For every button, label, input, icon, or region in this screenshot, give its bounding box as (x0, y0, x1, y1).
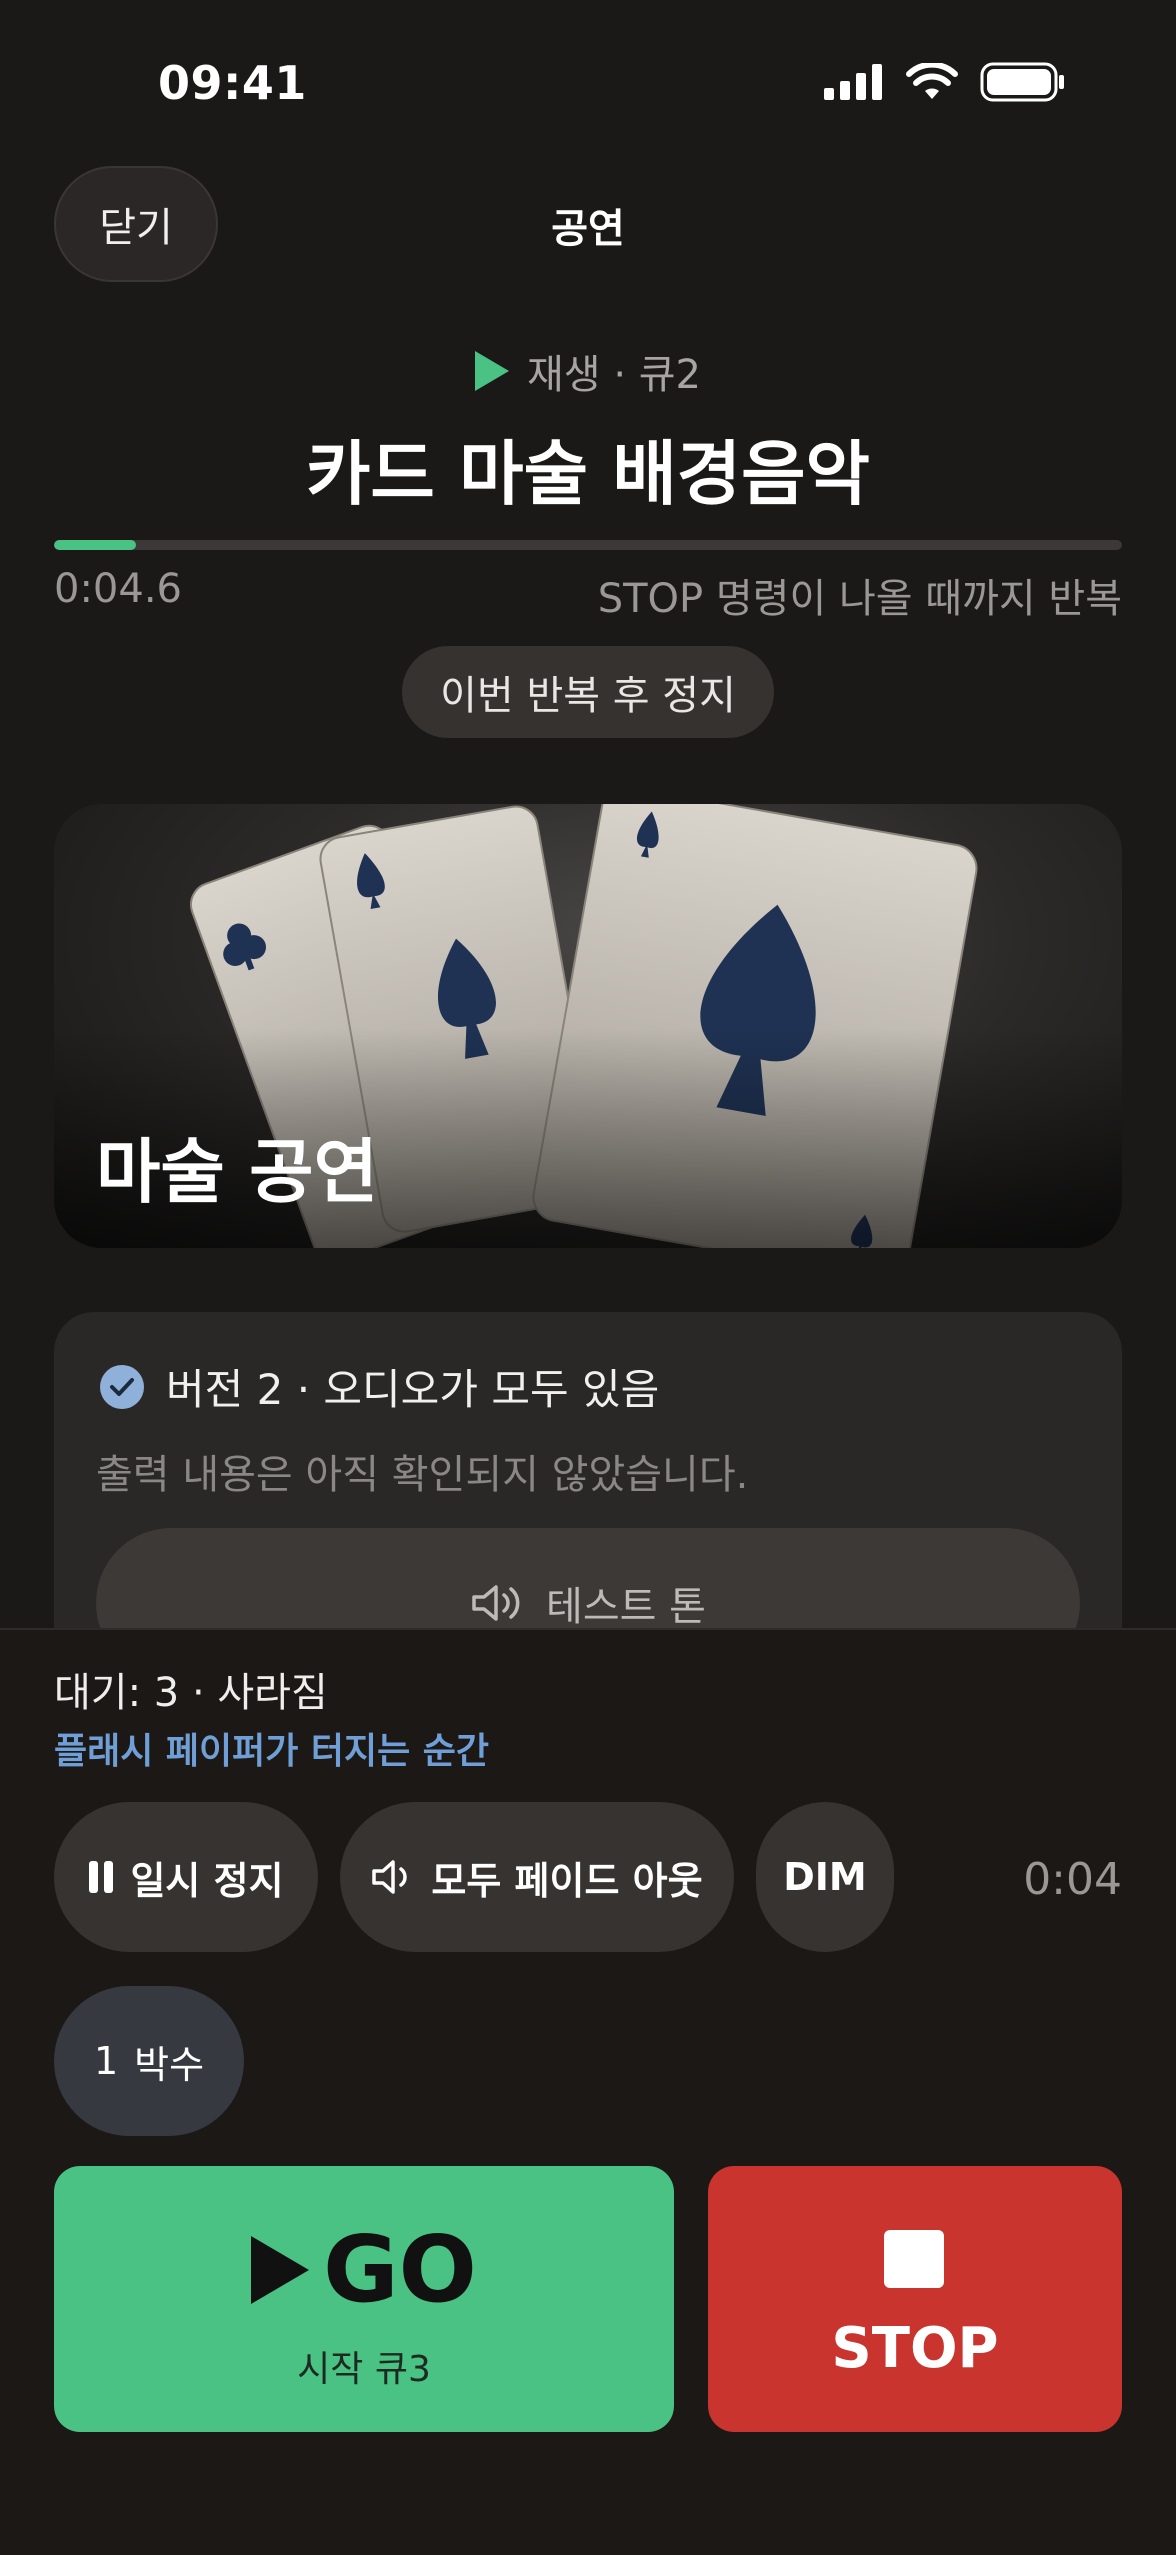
progress-fill (54, 540, 137, 550)
battery-icon (980, 62, 1064, 102)
status-icons (824, 62, 1066, 102)
test-tone-label: 테스트 톤 (546, 1584, 706, 1630)
cue-timer: 0:04 (1023, 1854, 1122, 1905)
track-title: 카드 마술 배경음악 (306, 433, 870, 515)
pause-button[interactable]: 일시 정지 (54, 1802, 318, 1952)
output-note: 출력 내용은 아직 확인되지 않았습니다. (96, 1452, 749, 1498)
speaker-icon (472, 1585, 520, 1621)
playback-status-label: 재생 · 큐2 (527, 352, 701, 398)
control-panel: 대기: 3 · 사라짐 플래시 페이퍼가 터지는 순간 일시 정지 모두 페이드… (0, 1628, 1176, 2555)
loop-note: STOP 명령이 나올 때까지 반복 (597, 576, 1122, 622)
check-icon (100, 1364, 144, 1409)
go-row: GO (54, 2216, 674, 2323)
go-button[interactable]: GO 시작 큐3 (54, 2166, 674, 2432)
fade-all-button[interactable]: 모두 페이드 아웃 (340, 1802, 734, 1952)
speaker-icon (372, 1860, 408, 1894)
pause-icon (89, 1861, 114, 1893)
standby-label: 대기: 3 · 사라짐 (54, 1670, 328, 1716)
beat-button[interactable]: 1 박수 (54, 1986, 244, 2136)
pause-label: 일시 정지 (130, 1858, 284, 1903)
stop-button[interactable]: STOP (708, 2166, 1122, 2432)
hero-title: 마술 공연 (96, 1131, 378, 1213)
beat-count: 1 (93, 2039, 119, 2083)
fade-all-label: 모두 페이드 아웃 (431, 1858, 703, 1903)
standby-cue-note: 플래시 페이퍼가 터지는 순간 (54, 1731, 490, 1772)
status-time: 09:41 (158, 56, 307, 110)
playback-status: 재생 · 큐2 (0, 342, 1176, 400)
next-cue-label: 시작 큐3 (297, 2349, 431, 2390)
elapsed-time: 0:04.6 (54, 566, 182, 612)
version-line: 버전 2 · 오디오가 모두 있음 (100, 1356, 659, 1417)
signal-icon (824, 64, 882, 100)
stop-label: STOP (831, 2316, 999, 2381)
stop-after-loop-button[interactable]: 이번 반복 후 정지 (402, 646, 774, 738)
beat-label: 박수 (134, 2042, 205, 2087)
dim-button[interactable]: DIM (756, 1802, 894, 1952)
page-title: 공연 (551, 206, 625, 252)
play-icon (475, 351, 509, 391)
stop-icon (884, 2230, 944, 2288)
performance-screen: 09:41 닫기 공연 재생 · 큐2 카드 마술 배경음악 0:04.6 ST… (0, 0, 1176, 2555)
wifi-icon (906, 63, 958, 99)
play-icon (251, 2235, 310, 2304)
hero-image-card: 마술 공연 (54, 804, 1122, 1248)
version-label: 버전 2 · 오디오가 모두 있음 (166, 1365, 660, 1414)
progress-bar (54, 540, 1122, 550)
go-label: GO (323, 2216, 477, 2323)
